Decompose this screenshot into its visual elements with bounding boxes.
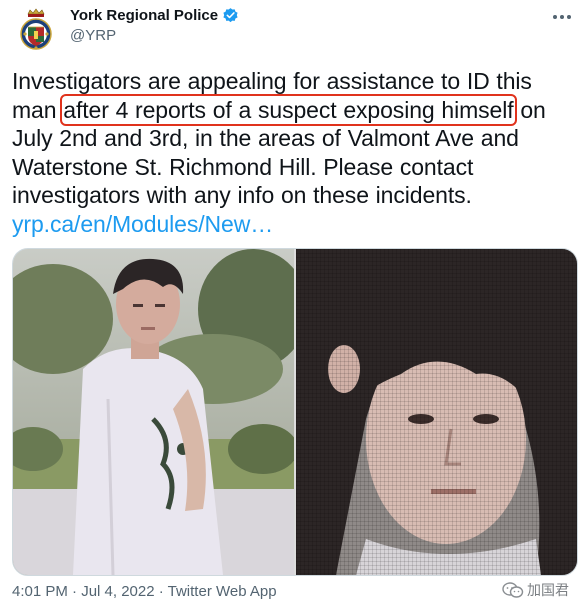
suspect-photo-outdoor[interactable]: [13, 249, 294, 575]
tweet-media[interactable]: [12, 248, 578, 576]
tweet-card: York Regional Police @YRP Investigators …: [0, 0, 587, 601]
author-name[interactable]: York Regional Police: [70, 7, 239, 24]
suspect-photo-closeup[interactable]: [296, 249, 577, 575]
verified-badge-icon: [223, 8, 238, 23]
more-dots-icon: [553, 15, 571, 19]
watermark-text: 加国君: [527, 582, 569, 598]
police-badge-crest-icon[interactable]: [12, 5, 60, 53]
tweet-text: Investigators are appealing for assistan…: [12, 67, 578, 238]
tweet-link[interactable]: yrp.ca/en/Modules/New…: [12, 211, 273, 237]
watermark: 加国君: [502, 580, 569, 600]
author-name-text[interactable]: York Regional Police: [70, 7, 218, 24]
author-handle[interactable]: @YRP: [70, 27, 116, 44]
more-options-button[interactable]: [549, 4, 575, 30]
highlighted-text: after 4 reports of a suspect exposing hi…: [60, 93, 517, 126]
tweet-timestamp[interactable]: 4:01 PM · Jul 4, 2022 · Twitter Web App: [12, 583, 277, 600]
wechat-logo-icon: [502, 582, 524, 598]
